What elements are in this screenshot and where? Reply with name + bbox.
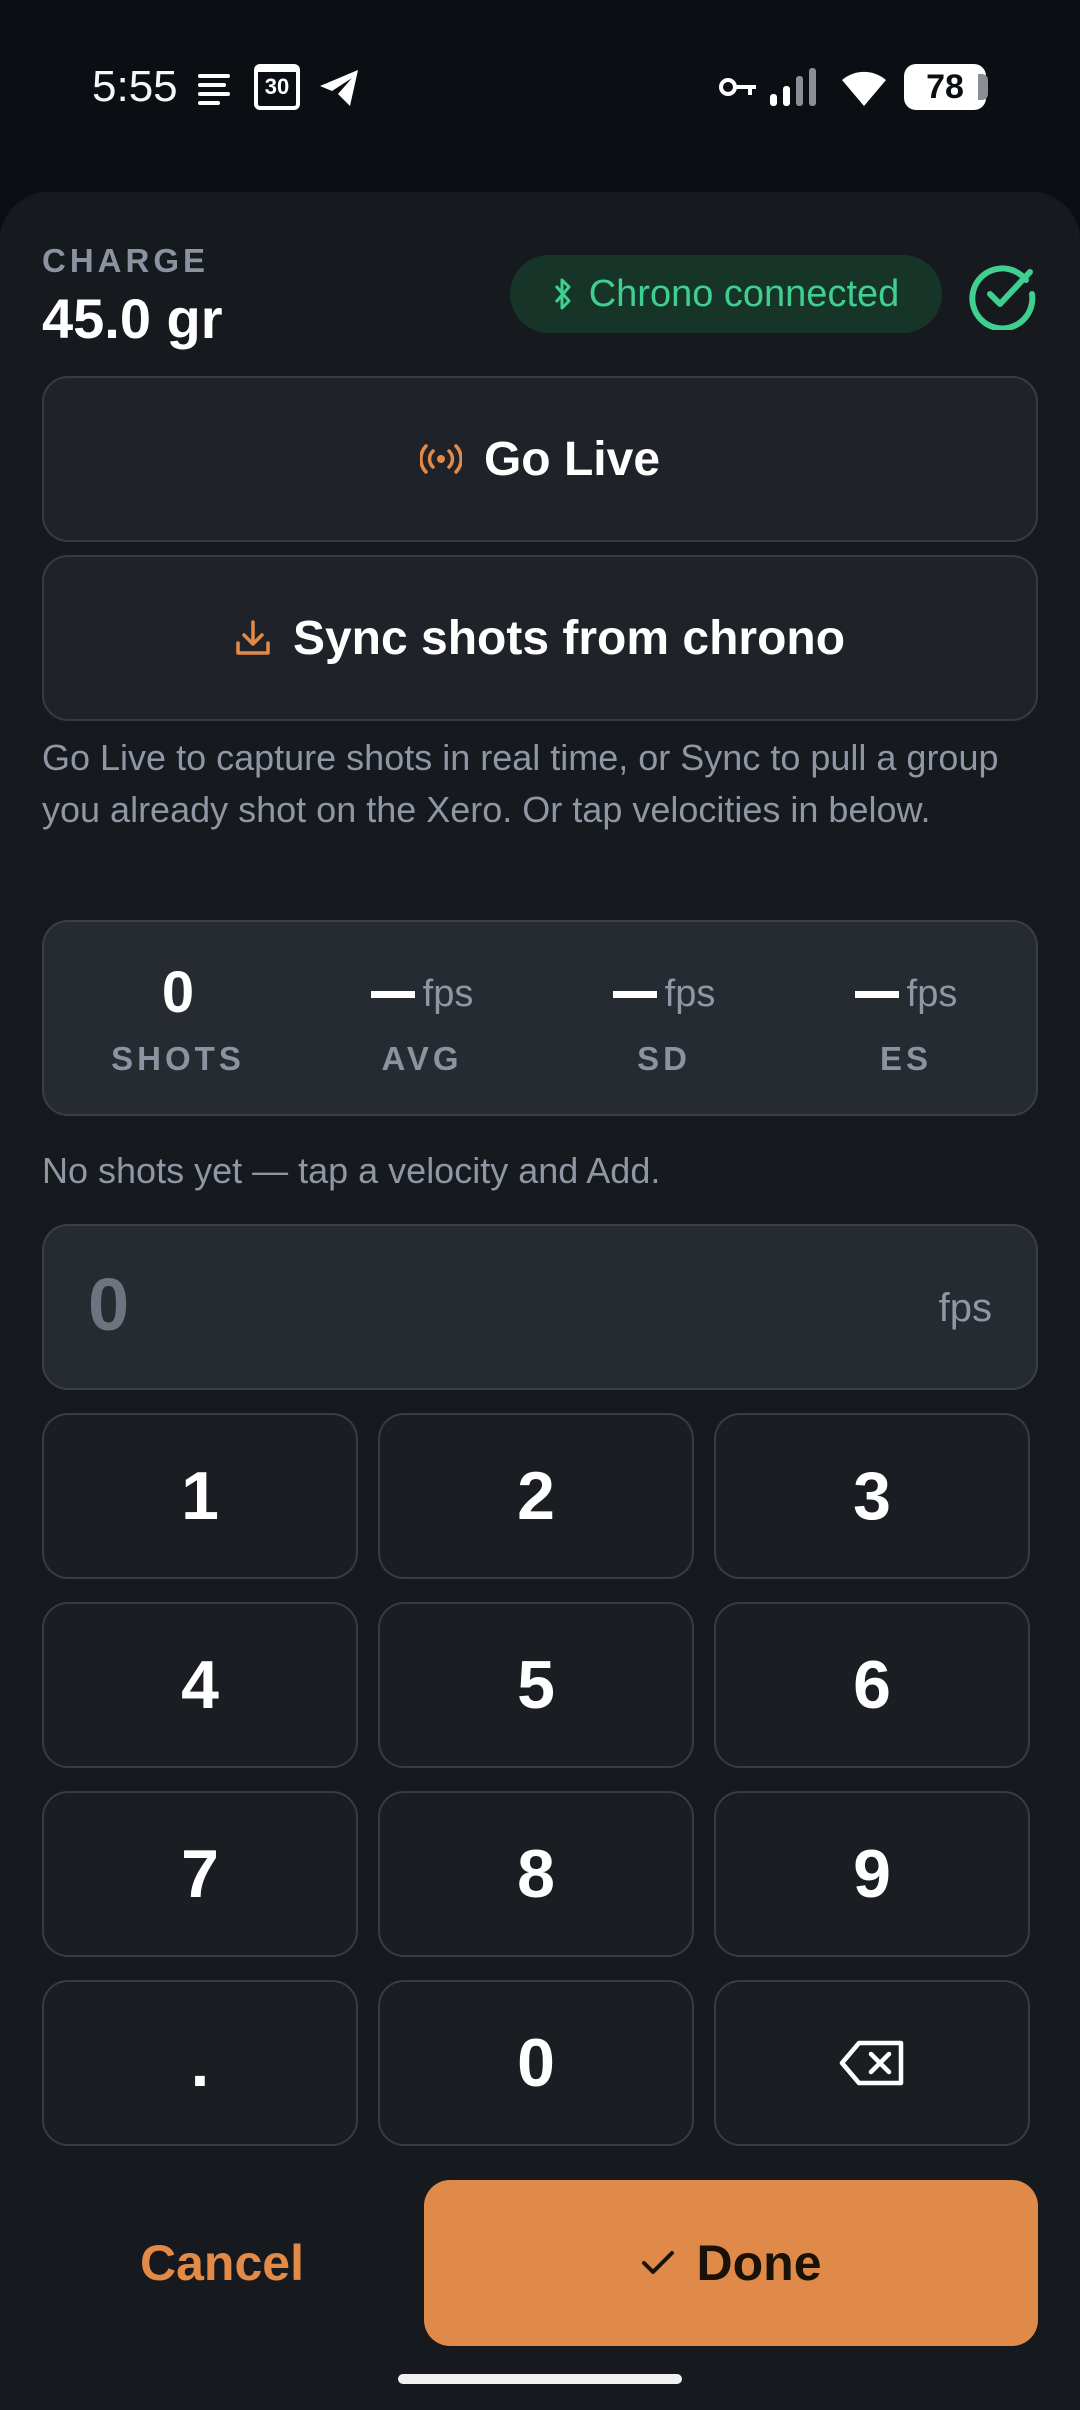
stat-avg: fps AVG bbox=[302, 956, 542, 1078]
stat-es-value bbox=[854, 991, 899, 998]
done-label: Done bbox=[696, 2235, 822, 2291]
key-8[interactable]: 8 bbox=[378, 1791, 694, 1957]
vpn-key-icon bbox=[719, 78, 756, 96]
check-circle-icon bbox=[969, 265, 1036, 330]
battery-level: 78 bbox=[926, 67, 964, 106]
key-5[interactable]: 5 bbox=[378, 1602, 694, 1768]
backspace-icon bbox=[839, 2040, 904, 2086]
key-7[interactable]: 7 bbox=[42, 1791, 358, 1957]
stat-sd-unit: fps bbox=[664, 973, 716, 1015]
sync-shots-button[interactable]: Sync shots from chrono bbox=[42, 555, 1038, 721]
stat-es-unit: fps bbox=[906, 973, 958, 1015]
key-4[interactable]: 4 bbox=[42, 1602, 358, 1768]
stat-sd-label: SD bbox=[637, 1040, 691, 1077]
key-9[interactable]: 9 bbox=[714, 1791, 1030, 1957]
calendar-icon: 30 bbox=[254, 64, 300, 110]
charge-label: CHARGE bbox=[42, 242, 210, 279]
key-2[interactable]: 2 bbox=[378, 1413, 694, 1579]
key-6[interactable]: 6 bbox=[714, 1602, 1030, 1768]
calendar-day: 30 bbox=[264, 74, 290, 99]
signal-icon bbox=[770, 68, 816, 106]
cancel-button[interactable]: Cancel bbox=[42, 2180, 402, 2346]
battery-indicator: 78 bbox=[904, 64, 986, 110]
charge-value: 45.0 gr bbox=[42, 287, 223, 350]
status-bar: 5:55 30 78 bbox=[0, 0, 1080, 175]
wifi-icon bbox=[842, 71, 886, 106]
stat-avg-label: AVG bbox=[381, 1040, 463, 1077]
stat-shots: 0 SHOTS bbox=[58, 956, 298, 1078]
telegram-icon bbox=[320, 70, 358, 106]
checkmark-icon bbox=[641, 2251, 674, 2274]
stat-shots-label: SHOTS bbox=[111, 1040, 245, 1077]
key-3[interactable]: 3 bbox=[714, 1413, 1030, 1579]
stat-sd: fps SD bbox=[544, 956, 784, 1078]
stat-shots-value: 0 bbox=[161, 960, 195, 1025]
empty-shots-message: No shots yet — tap a velocity and Add. bbox=[42, 1150, 661, 1191]
stat-es: fps ES bbox=[786, 956, 1026, 1078]
velocity-input-value: 0 bbox=[88, 1263, 130, 1346]
go-live-button[interactable]: Go Live bbox=[42, 376, 1038, 542]
bluetooth-icon bbox=[554, 278, 571, 310]
key-0[interactable]: 0 bbox=[378, 1980, 694, 2146]
notes-icon bbox=[198, 74, 230, 105]
velocity-input[interactable]: 0 fps bbox=[42, 1224, 1038, 1390]
velocity-input-unit: fps bbox=[938, 1286, 992, 1330]
helper-text: Go Live to capture shots in real time, o… bbox=[42, 737, 999, 830]
stat-sd-value bbox=[612, 991, 657, 998]
stat-avg-value bbox=[370, 991, 415, 998]
shot-stats-panel: 0 SHOTS fps AVG fps SD fps ES bbox=[42, 920, 1038, 1116]
key-decimal[interactable]: . bbox=[42, 1980, 358, 2146]
done-button[interactable]: Done bbox=[424, 2180, 1038, 2346]
backspace-key[interactable] bbox=[714, 1980, 1030, 2146]
key-1[interactable]: 1 bbox=[42, 1413, 358, 1579]
stat-es-label: ES bbox=[879, 1040, 933, 1077]
battery-tip-icon bbox=[978, 74, 988, 100]
chrono-status-badge: Chrono connected bbox=[510, 255, 942, 333]
chrono-status-label: Chrono connected bbox=[588, 272, 900, 315]
home-indicator[interactable] bbox=[398, 2374, 682, 2384]
broadcast-icon bbox=[419, 444, 462, 474]
status-time: 5:55 bbox=[92, 62, 178, 111]
sync-shots-label: Sync shots from chrono bbox=[292, 611, 846, 665]
download-icon bbox=[236, 620, 270, 655]
go-live-label: Go Live bbox=[483, 432, 661, 486]
stat-avg-unit: fps bbox=[422, 973, 474, 1015]
